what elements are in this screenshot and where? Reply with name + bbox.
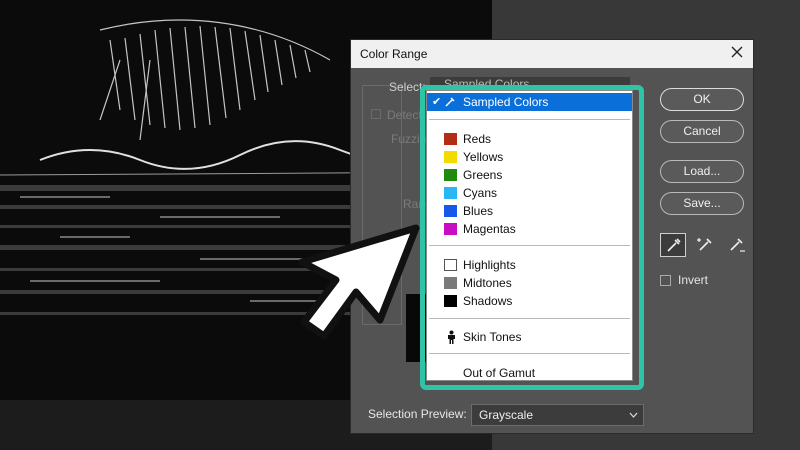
save-button[interactable]: Save... bbox=[660, 192, 744, 215]
detect-faces-checkbox[interactable] bbox=[371, 109, 381, 119]
load-button[interactable]: Load... bbox=[660, 160, 744, 183]
invert-label: Invert bbox=[678, 273, 709, 287]
ok-button[interactable]: OK bbox=[660, 88, 744, 111]
close-icon[interactable] bbox=[729, 44, 745, 60]
selection-preview-label: Selection Preview: bbox=[368, 407, 467, 421]
eyedropper-plus-icon[interactable] bbox=[693, 233, 719, 257]
chevron-down-icon bbox=[629, 412, 638, 418]
pointer-arrow-icon bbox=[298, 224, 420, 340]
invert-checkbox[interactable] bbox=[660, 275, 671, 286]
selection-preview-dropdown[interactable]: Grayscale bbox=[471, 404, 644, 426]
cancel-button[interactable]: Cancel bbox=[660, 120, 744, 143]
eyedropper-minus-icon[interactable] bbox=[724, 233, 750, 257]
dialog-title: Color Range bbox=[360, 47, 428, 61]
dialog-titlebar: Color Range bbox=[351, 40, 753, 68]
eyedropper-icon[interactable] bbox=[660, 233, 686, 257]
highlight-frame bbox=[420, 85, 644, 390]
selection-preview-value: Grayscale bbox=[479, 408, 534, 422]
